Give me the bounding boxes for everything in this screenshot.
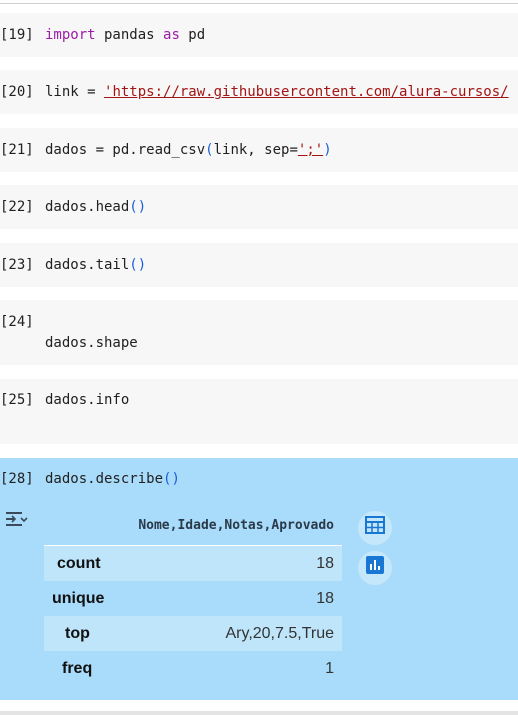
code-token: pd xyxy=(179,27,206,43)
code-line[interactable]: dados.head() xyxy=(45,197,146,217)
code-token: 'https://raw.githubusercontent.com/alura… xyxy=(104,84,509,100)
code-cell-25[interactable]: [25] dados.info xyxy=(0,379,518,444)
cell-prompt: [24] xyxy=(0,314,34,330)
cell-prompt: [21] xyxy=(0,142,34,158)
code-token: ) xyxy=(323,142,332,158)
code-token: dados.info xyxy=(45,392,130,408)
code-token: dados.describe xyxy=(45,471,164,487)
top-divider xyxy=(0,3,518,4)
bottom-divider xyxy=(0,711,518,715)
row-value: 1 xyxy=(325,660,334,677)
table-row: count 18 xyxy=(44,546,342,581)
cell-prompt: [20] xyxy=(0,84,34,100)
code-cell-21[interactable]: [21] dados = pd.read_csv(link, sep=';') xyxy=(0,128,518,172)
code-token: as xyxy=(163,27,180,43)
code-token: import xyxy=(45,27,96,43)
cell-prompt: [28] xyxy=(0,471,34,487)
table-icon xyxy=(365,516,385,540)
code-token: dados.tail xyxy=(45,257,130,273)
code-cell-24[interactable]: [24] dados.shape xyxy=(0,300,518,365)
row-value: 18 xyxy=(316,555,334,572)
code-line[interactable]: import pandas as pd xyxy=(45,25,205,45)
code-line[interactable]: dados.info xyxy=(45,390,129,410)
code-token: dados.shape xyxy=(45,335,138,351)
code-line[interactable]: dados.describe() xyxy=(45,469,180,489)
code-token: dados.head xyxy=(45,199,130,215)
table-row: freq 1 xyxy=(44,651,342,686)
code-token: () xyxy=(163,471,180,487)
table-header: Nome,Idade,Notas,Aprovado xyxy=(44,507,342,546)
code-line[interactable]: link = 'https://raw.githubusercontent.co… xyxy=(45,82,509,102)
cell-prompt: [23] xyxy=(0,257,34,273)
bar-chart-icon xyxy=(366,556,384,580)
output-collapse-icon[interactable] xyxy=(4,510,28,530)
code-token: link, sep= xyxy=(213,142,298,158)
row-label: count xyxy=(57,555,101,572)
code-cell-28-selected[interactable]: [28] dados.describe() Nome,Idade,Notas,A… xyxy=(0,458,518,700)
row-label: freq xyxy=(62,660,93,677)
code-line[interactable]: dados = pd.read_csv(link, sep=';') xyxy=(45,140,332,160)
cell-prompt: [25] xyxy=(0,392,34,408)
code-token: pandas xyxy=(95,27,164,43)
row-label: top xyxy=(65,625,90,642)
code-cell-22[interactable]: [22] dados.head() xyxy=(0,185,518,229)
suggest-chart-button[interactable] xyxy=(358,551,392,585)
code-cell-20[interactable]: [20] link = 'https://raw.githubuserconte… xyxy=(0,70,518,114)
code-token: link = xyxy=(45,84,105,100)
code-token: ';' xyxy=(297,142,324,158)
table-view-button[interactable] xyxy=(358,511,392,545)
code-line[interactable]: dados.shape xyxy=(45,333,138,353)
row-value: Ary,20,7.5,True xyxy=(225,625,335,642)
code-cell-19[interactable]: [19] import pandas as pd xyxy=(0,13,518,57)
code-line[interactable]: dados.tail() xyxy=(45,255,146,275)
code-token: dados = pd.read_csv xyxy=(45,142,206,158)
code-token: () xyxy=(129,257,147,273)
code-token: ( xyxy=(205,142,214,158)
row-label: unique xyxy=(52,590,105,607)
describe-output-table: Nome,Idade,Notas,Aprovado count 18 uniqu… xyxy=(44,507,342,686)
code-cell-23[interactable]: [23] dados.tail() xyxy=(0,243,518,287)
cell-prompt: [22] xyxy=(0,199,34,215)
row-value: 18 xyxy=(316,590,334,607)
cell-prompt: [19] xyxy=(0,27,34,43)
table-row: top Ary,20,7.5,True xyxy=(44,616,342,651)
table-row: unique 18 xyxy=(44,581,342,616)
code-token: () xyxy=(129,199,147,215)
